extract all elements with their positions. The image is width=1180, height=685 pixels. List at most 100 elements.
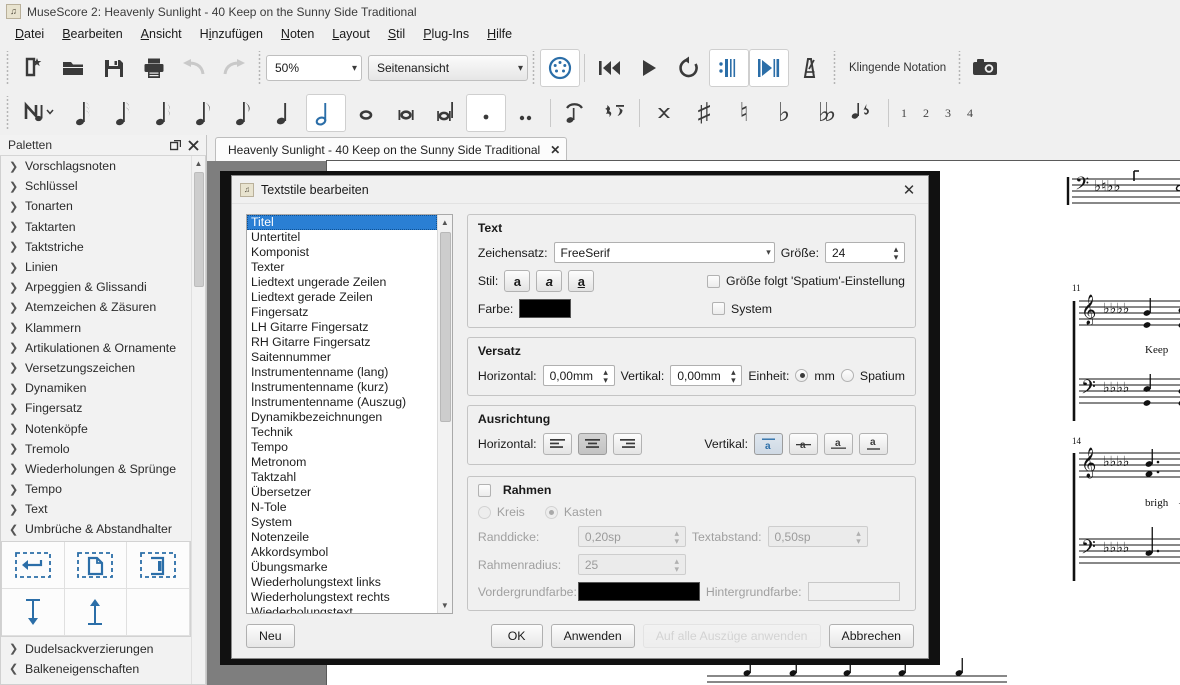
menu-plugins[interactable]: Plug-Ins [414,25,478,43]
cancel-button[interactable]: Abbrechen [828,624,914,648]
toolbar-grip[interactable] [5,51,11,85]
loop-button[interactable] [669,49,709,87]
duration-longa-button[interactable] [426,94,466,132]
palette-item-klammern[interactable]: ❯ Klammern [1,318,191,338]
style-item-instrumentenname-kurz[interactable]: Instrumentenname (kurz) [247,380,437,395]
pan-score-button[interactable] [749,49,789,87]
flat-button[interactable]: ♭ [764,94,804,132]
concert-pitch-label[interactable]: Klingende Notation [841,62,954,74]
duration-16th-button[interactable] [146,94,186,132]
concert-pitch-grip[interactable] [832,51,838,85]
close-icon[interactable] [184,137,202,153]
style-item-technik[interactable]: Technik [247,425,437,440]
metronome-button[interactable] [789,49,829,87]
palette-item-wiederholungen-spruenge[interactable]: ❯ Wiederholungen & Sprünge [1,459,191,479]
spin-arrows-icon[interactable]: ▴ ▾ [727,367,739,384]
palette-item-vorschlagsnoten[interactable]: ❯ Vorschlagsnoten [1,156,191,176]
note-input-grip[interactable] [5,96,11,130]
background-color-swatch[interactable] [807,582,900,601]
offset-vertical-spinbox[interactable]: 0,00mm ▴ ▾ [670,365,743,386]
palette-item-notenkoepfe[interactable]: ❯ Notenköpfe [1,418,191,438]
menu-datei[interactable]: DDateiatei [6,25,53,43]
style-item-tempo[interactable]: Tempo [247,440,437,455]
image-capture-grip[interactable] [957,51,964,85]
open-score-button[interactable] [54,49,94,87]
palette-item-dynamiken[interactable]: ❯ Dynamiken [1,378,191,398]
screenshot-button[interactable] [966,49,1006,87]
midi-input-button[interactable] [540,49,580,87]
palette-item-taktarten[interactable]: ❯ Taktarten [1,217,191,237]
palette-item-taktstriche[interactable]: ❯ Taktstriche [1,237,191,257]
style-item-untertitel[interactable]: Untertitel [247,230,437,245]
voice-2-button[interactable]: 2 [915,106,937,121]
tie-button[interactable] [555,94,595,132]
font-select[interactable]: FreeSerif ▾ [553,242,775,263]
scrollbar-thumb[interactable] [439,232,451,422]
close-icon[interactable]: ✕ [550,143,560,157]
style-item-wiederholungstext[interactable]: Wiederholungstext [247,605,437,613]
style-item-fingersatz[interactable]: Fingersatz [247,305,437,320]
ok-button[interactable]: OK [490,624,543,648]
staff-spacer-up-cell[interactable] [64,588,128,636]
style-item-instrumentenname-lang[interactable]: Instrumentenname (lang) [247,365,437,380]
align-right-button[interactable] [612,433,642,455]
style-item-wiederholungstext-links[interactable]: Wiederholungstext links [247,575,437,590]
duration-32nd-button[interactable] [106,94,146,132]
scroll-down-icon[interactable]: ▼ [438,598,452,613]
play-button[interactable] [629,49,669,87]
palette-item-text[interactable]: ❯ Text [1,499,191,519]
menu-hinzufuegen[interactable]: Hinzufügen [191,25,272,43]
spin-arrows-icon[interactable]: ▴ ▾ [600,367,612,384]
palette-item-tempo[interactable]: ❯ Tempo [1,479,191,499]
spin-arrows-icon[interactable]: ▴ ▾ [853,528,865,545]
style-item-system[interactable]: System [247,515,437,530]
style-item-n-tole[interactable]: N-Tole [247,500,437,515]
spin-arrows-icon[interactable]: ▴ ▾ [890,244,902,261]
system-break-cell[interactable] [2,541,65,589]
palette-item-umbrueche-abstandhalter[interactable]: ❮ Umbrüche & Abstandhalter [1,519,191,539]
align-left-button[interactable] [542,433,572,455]
palette-item-tremolo[interactable]: ❯ Tremolo [1,439,191,459]
palette-item-atemzeichen-zaesuren[interactable]: ❯ Atemzeichen & Zäsuren [1,297,191,317]
menu-stil[interactable]: Stil [379,25,414,43]
double-flat-button[interactable]: ♭♭ [804,94,844,132]
menu-layout[interactable]: Layout [323,25,379,43]
rest-button[interactable] [595,94,635,132]
menu-noten[interactable]: Noten [272,25,323,43]
sharp-button[interactable]: ♯ [684,94,724,132]
foreground-color-swatch[interactable] [577,582,700,601]
spin-arrows-icon[interactable]: ▴ ▾ [671,556,683,573]
style-item-titel[interactable]: Titel [247,215,437,230]
size-follows-spatium-checkbox[interactable] [707,274,721,288]
staff-spacer-down-cell[interactable] [2,588,65,636]
redo-button[interactable] [214,49,254,87]
menu-bearbeiten[interactable]: Bearbeiten [53,25,131,43]
apply-button[interactable]: Anwenden [550,624,635,648]
play-repeats-button[interactable] [709,49,749,87]
voice-1-button[interactable]: 1 [893,106,915,121]
style-item-liedtext-ungerade[interactable]: Liedtext ungerade Zeilen [247,275,437,290]
frame-box-radio[interactable] [544,505,558,519]
align-center-button[interactable] [577,433,607,455]
score-tab[interactable]: Heavenly Sunlight - 40 Keep on the Sunny… [215,137,568,161]
text-styles-list[interactable]: Titel Untertitel Komponist Texter Liedte… [246,214,453,614]
style-item-rh-gitarre-fingersatz[interactable]: RH Gitarre Fingersatz [247,335,437,350]
palette-item-linien[interactable]: ❯ Linien [1,257,191,277]
style-item-komponist[interactable]: Komponist [247,245,437,260]
palettes-scrollbar[interactable]: ▲ [191,156,205,684]
palette-item-fingersatz[interactable]: ❯ Fingersatz [1,398,191,418]
palette-item-versetzungszeichen[interactable]: ❯ Versetzungszeichen [1,358,191,378]
text-color-swatch[interactable] [519,299,572,318]
system-flag-checkbox[interactable] [712,302,725,315]
style-item-instrumentenname-auszug[interactable]: Instrumentenname (Auszug) [247,395,437,410]
menu-ansicht[interactable]: Ansicht [132,25,191,43]
note-input-mode-button[interactable] [14,94,66,132]
style-item-taktzahl[interactable]: Taktzahl [247,470,437,485]
text-margin-spinbox[interactable]: 0,50sp ▴ ▾ [767,526,868,547]
scroll-up-icon[interactable]: ▲ [192,156,205,170]
frame-radius-spinbox[interactable]: 25 ▴ ▾ [577,554,686,575]
style-item-uebungsmarke[interactable]: Übungsmarke [247,560,437,575]
palette-item-dudelsackverzierungen[interactable]: ❯ Dudelsackverzierungen [1,639,191,659]
palette-item-balkeneigenschaften[interactable]: ❮ Balkeneigenschaften [1,659,191,679]
unit-spatium-radio[interactable] [840,369,854,382]
